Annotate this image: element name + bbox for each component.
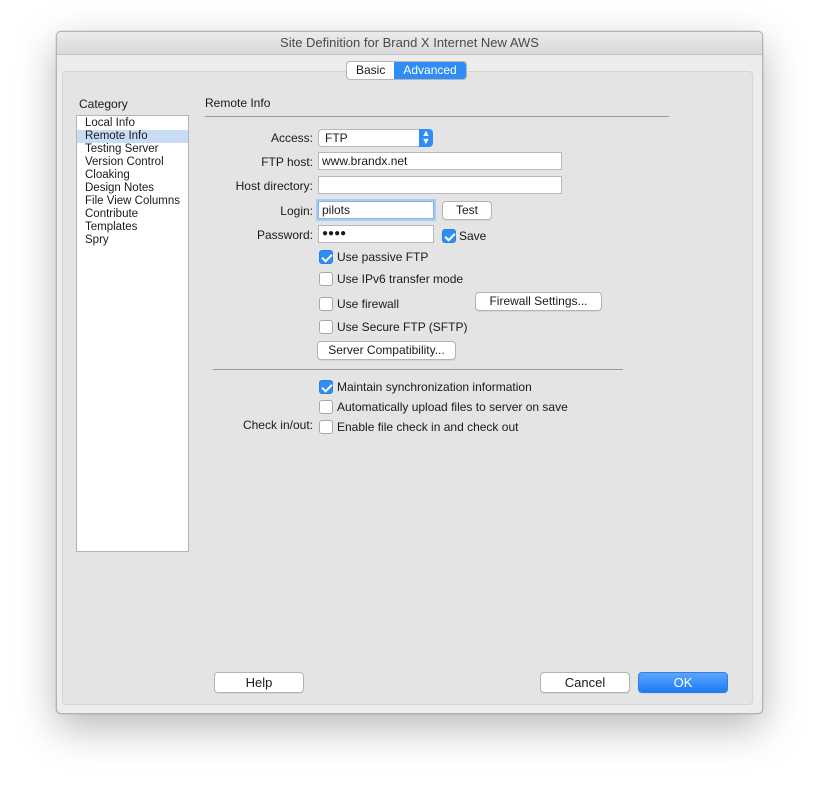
- login-label: Login:: [280, 204, 313, 218]
- password-label: Password:: [256, 228, 313, 242]
- sftp-label: Use Secure FTP (SFTP): [337, 320, 468, 334]
- category-item-local-info[interactable]: Local Info: [77, 117, 188, 130]
- access-label: Access:: [270, 131, 313, 145]
- ipv6-label: Use IPv6 transfer mode: [337, 272, 464, 286]
- sftp-checkbox[interactable]: [319, 320, 333, 334]
- tab-basic[interactable]: Basic: [347, 62, 394, 79]
- sync-divider: [213, 369, 623, 370]
- window-title: Site Definition for Brand X Internet New…: [57, 32, 762, 55]
- passive-ftp-label: Use passive FTP: [337, 250, 429, 264]
- help-button[interactable]: Help: [214, 672, 304, 693]
- category-item-spry[interactable]: Spry: [77, 234, 188, 247]
- mode-tabs: Basic Advanced: [346, 61, 467, 80]
- site-definition-window: Site Definition for Brand X Internet New…: [56, 31, 763, 714]
- cancel-button[interactable]: Cancel: [540, 672, 630, 693]
- save-password-checkbox[interactable]: [442, 229, 456, 243]
- host-directory-field[interactable]: [318, 176, 562, 194]
- category-item-contribute[interactable]: Contribute: [77, 208, 188, 221]
- category-list: Local Info Remote Info Testing Server Ve…: [76, 115, 189, 552]
- test-button[interactable]: Test: [442, 201, 492, 220]
- category-item-design-notes[interactable]: Design Notes: [77, 182, 188, 195]
- sync-label: Maintain synchronization information: [337, 380, 532, 394]
- firewall-label: Use firewall: [337, 297, 400, 311]
- passive-ftp-checkbox[interactable]: [319, 250, 333, 264]
- ipv6-checkbox[interactable]: [319, 272, 333, 286]
- tab-advanced[interactable]: Advanced: [394, 62, 466, 79]
- sync-checkbox[interactable]: [319, 380, 333, 394]
- section-title: Remote Info: [205, 96, 271, 110]
- login-field[interactable]: pilots: [318, 201, 434, 219]
- ftp-host-label: FTP host:: [261, 155, 313, 169]
- checkinout-label: Check in/out:: [242, 418, 313, 432]
- host-directory-label: Host directory:: [235, 179, 313, 193]
- checkinout-option-label: Enable file check in and check out: [337, 420, 519, 434]
- chevron-updown-icon: ▲ ▼: [419, 129, 433, 147]
- category-item-testing-server[interactable]: Testing Server: [77, 143, 188, 156]
- auto-upload-checkbox[interactable]: [319, 400, 333, 414]
- category-item-cloaking[interactable]: Cloaking: [77, 169, 188, 182]
- ftp-host-field[interactable]: www.brandx.net: [318, 152, 562, 170]
- access-select[interactable]: FTP ▲ ▼: [318, 129, 433, 147]
- checkinout-checkbox[interactable]: [319, 420, 333, 434]
- category-item-remote-info[interactable]: Remote Info: [77, 130, 188, 143]
- firewall-settings-button[interactable]: Firewall Settings...: [475, 292, 602, 311]
- category-item-templates[interactable]: Templates: [77, 221, 188, 234]
- auto-upload-label: Automatically upload files to server on …: [337, 400, 568, 414]
- ok-button[interactable]: OK: [638, 672, 728, 693]
- section-divider: [205, 116, 669, 117]
- server-compatibility-button[interactable]: Server Compatibility...: [317, 341, 456, 360]
- category-item-version-control[interactable]: Version Control: [77, 156, 188, 169]
- category-item-file-view-columns[interactable]: File View Columns: [77, 195, 188, 208]
- password-field[interactable]: ●●●●: [318, 225, 434, 243]
- category-heading: Category: [79, 97, 128, 111]
- firewall-checkbox[interactable]: [319, 297, 333, 311]
- save-password-label: Save: [459, 229, 487, 243]
- access-value: FTP: [325, 131, 348, 145]
